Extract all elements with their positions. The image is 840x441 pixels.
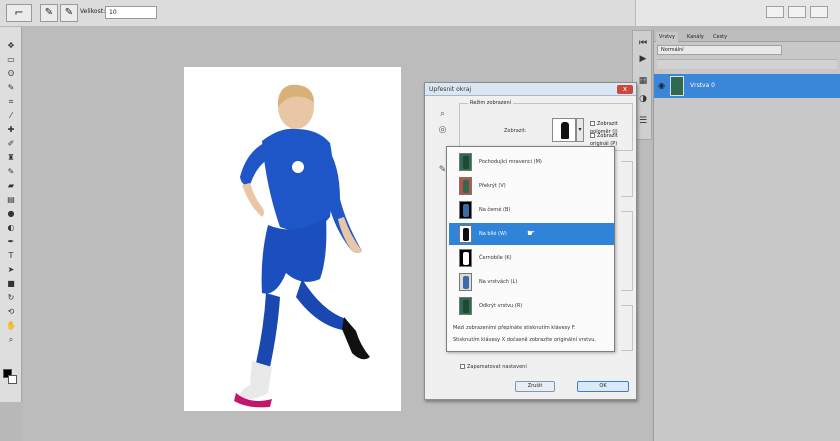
dialog-titlebar: Upřesnit okraj x bbox=[425, 83, 636, 96]
blur-icon[interactable]: ● bbox=[5, 209, 17, 219]
on-black-thumb bbox=[459, 201, 472, 219]
zoom-tool-icon[interactable]: ⌕ bbox=[437, 109, 448, 120]
on-white-thumb bbox=[459, 225, 472, 243]
hand-tool-icon[interactable]: ◎ bbox=[437, 125, 448, 136]
marquee-icon[interactable]: ▭ bbox=[5, 55, 17, 65]
soccer-player-image bbox=[234, 84, 370, 408]
minimize-button[interactable] bbox=[766, 6, 784, 18]
menu-hint-line-2: Stisknutím klávesy X dočasně zobrazíte o… bbox=[453, 337, 596, 343]
history-panel-icon[interactable]: ⏮ bbox=[637, 37, 649, 49]
output-group bbox=[621, 305, 633, 351]
view-mode-menu: Pochodující mravenci (M) Překrýt (V) Na … bbox=[446, 146, 615, 352]
close-button[interactable] bbox=[810, 6, 828, 18]
on-layers-thumb bbox=[459, 273, 472, 291]
pen-icon[interactable]: ✒ bbox=[5, 237, 17, 247]
path-select-icon[interactable]: ➤ bbox=[5, 265, 17, 275]
tab-layers[interactable]: Vrstvy bbox=[656, 32, 678, 42]
tool-preset-picker[interactable]: ⌐ bbox=[6, 4, 32, 22]
crop-icon[interactable]: ⌗ bbox=[5, 97, 17, 107]
workspace-switcher bbox=[635, 0, 840, 26]
shape-icon[interactable]: ■ bbox=[5, 279, 17, 289]
tab-channels[interactable]: Kanály bbox=[684, 32, 707, 42]
layers-tabs: Vrstvy Kanály Cesty bbox=[654, 30, 840, 42]
menu-item-on-layers[interactable]: Na vrstvách (L) bbox=[449, 271, 614, 293]
blend-mode-select[interactable]: Normální bbox=[657, 45, 782, 55]
layer-row[interactable]: ◉ Vrstva 0 bbox=[654, 74, 840, 98]
mouse-cursor-icon: ☛ bbox=[527, 229, 536, 239]
dialog-close-button[interactable]: x bbox=[617, 85, 633, 94]
eyedropper-icon[interactable]: ⁄ bbox=[5, 111, 17, 121]
menu-item-marching-ants[interactable]: Pochodující mravenci (M) bbox=[449, 151, 614, 173]
brush-icon[interactable]: ✐ bbox=[5, 139, 17, 149]
adjustments-panel-icon[interactable]: ◑ bbox=[637, 93, 649, 105]
layer-thumbnail bbox=[670, 76, 684, 96]
ok-button[interactable]: OK bbox=[577, 381, 629, 392]
eye-icon[interactable]: ◉ bbox=[658, 81, 665, 90]
menu-item-on-white[interactable]: Na bílé (W) ☛ bbox=[449, 223, 614, 245]
lock-options-row bbox=[657, 59, 837, 69]
options-bar: ⌐ ✎ ✎ Velikost: 10 bbox=[0, 0, 840, 26]
document-canvas[interactable] bbox=[184, 67, 401, 411]
3d-camera-icon[interactable]: ⟲ bbox=[5, 307, 17, 317]
menu-item-overlay[interactable]: Překrýt (V) bbox=[449, 175, 614, 197]
quick-select-icon[interactable]: ✎ bbox=[5, 83, 17, 93]
hand-icon[interactable]: ✋ bbox=[5, 321, 17, 331]
gradient-icon[interactable]: ▤ bbox=[5, 195, 17, 205]
swatches-panel-icon[interactable]: ▦ bbox=[637, 75, 649, 87]
view-mode-thumbnail[interactable] bbox=[552, 118, 576, 142]
edge-detection-group bbox=[621, 161, 633, 197]
overlay-thumb bbox=[459, 177, 472, 195]
layer-name: Vrstva 0 bbox=[690, 82, 716, 89]
lasso-icon[interactable]: ʘ bbox=[5, 69, 17, 79]
background-color-swatch[interactable] bbox=[8, 375, 17, 384]
brush-size-label: Velikost: bbox=[80, 8, 106, 15]
maximize-button[interactable] bbox=[788, 6, 806, 18]
dialog-title: Upřesnit okraj bbox=[429, 86, 472, 93]
tool-options: ⌐ ✎ ✎ Velikost: 10 bbox=[0, 0, 640, 26]
view-mode-title: Režim zobrazení bbox=[468, 100, 514, 106]
new-selection-icon[interactable]: ✎ bbox=[40, 4, 58, 22]
reveal-layer-thumb bbox=[459, 297, 472, 315]
layers-panel: Vrstvy Kanály Cesty Normální ◉ Vrstva 0 bbox=[653, 30, 840, 441]
move-icon[interactable]: ✥ bbox=[5, 41, 17, 51]
menu-item-reveal-layer[interactable]: Odkrýt vrstvu (R) bbox=[449, 295, 614, 317]
toolbox: ✥ ▭ ʘ ✎ ⌗ ⁄ ✚ ✐ ♜ ✎ ▰ ▤ ● ◐ ✒ T ➤ ■ ↻ ⟲ … bbox=[0, 27, 22, 402]
remember-settings-checkbox[interactable]: Zapamatovat nastavení bbox=[460, 364, 527, 370]
dodge-icon[interactable]: ◐ bbox=[5, 223, 17, 233]
show-radius-checkbox[interactable]: Zobrazit poloměr (J) bbox=[590, 120, 634, 135]
tab-paths[interactable]: Cesty bbox=[710, 32, 730, 42]
type-icon[interactable]: T bbox=[5, 251, 17, 261]
menu-item-black-white[interactable]: Černobíle (K) bbox=[449, 247, 614, 269]
menu-hint-line-1: Mezi zobrazeními přepínáte stisknutím kl… bbox=[453, 325, 576, 331]
view-mode-dropdown-arrow[interactable]: ▾ bbox=[576, 118, 584, 142]
adjust-edge-group bbox=[621, 211, 633, 291]
actions-panel-icon[interactable]: ▶ bbox=[637, 53, 649, 65]
history-brush-icon[interactable]: ✎ bbox=[5, 167, 17, 177]
properties-panel-icon[interactable]: ☰ bbox=[637, 115, 649, 127]
black-white-thumb bbox=[459, 249, 472, 267]
clone-stamp-icon[interactable]: ♜ bbox=[5, 153, 17, 163]
brush-size-field[interactable]: 10 bbox=[105, 6, 157, 19]
marching-ants-thumb bbox=[459, 153, 472, 171]
menu-item-on-black[interactable]: Na černé (B) bbox=[449, 199, 614, 221]
view-label: Zobrazit: bbox=[504, 128, 527, 134]
show-original-checkbox[interactable]: Zobrazit originál (P) bbox=[590, 132, 634, 147]
zoom-icon[interactable]: ⌕ bbox=[5, 335, 17, 345]
add-to-selection-icon[interactable]: ✎ bbox=[60, 4, 78, 22]
eraser-icon[interactable]: ▰ bbox=[5, 181, 17, 191]
view-mode-group: Režim zobrazení Zobrazit: ▾ Zobrazit pol… bbox=[459, 100, 634, 151]
healing-icon[interactable]: ✚ bbox=[5, 125, 17, 135]
cancel-button[interactable]: Zrušit bbox=[515, 381, 555, 392]
3d-rotate-icon[interactable]: ↻ bbox=[5, 293, 17, 303]
